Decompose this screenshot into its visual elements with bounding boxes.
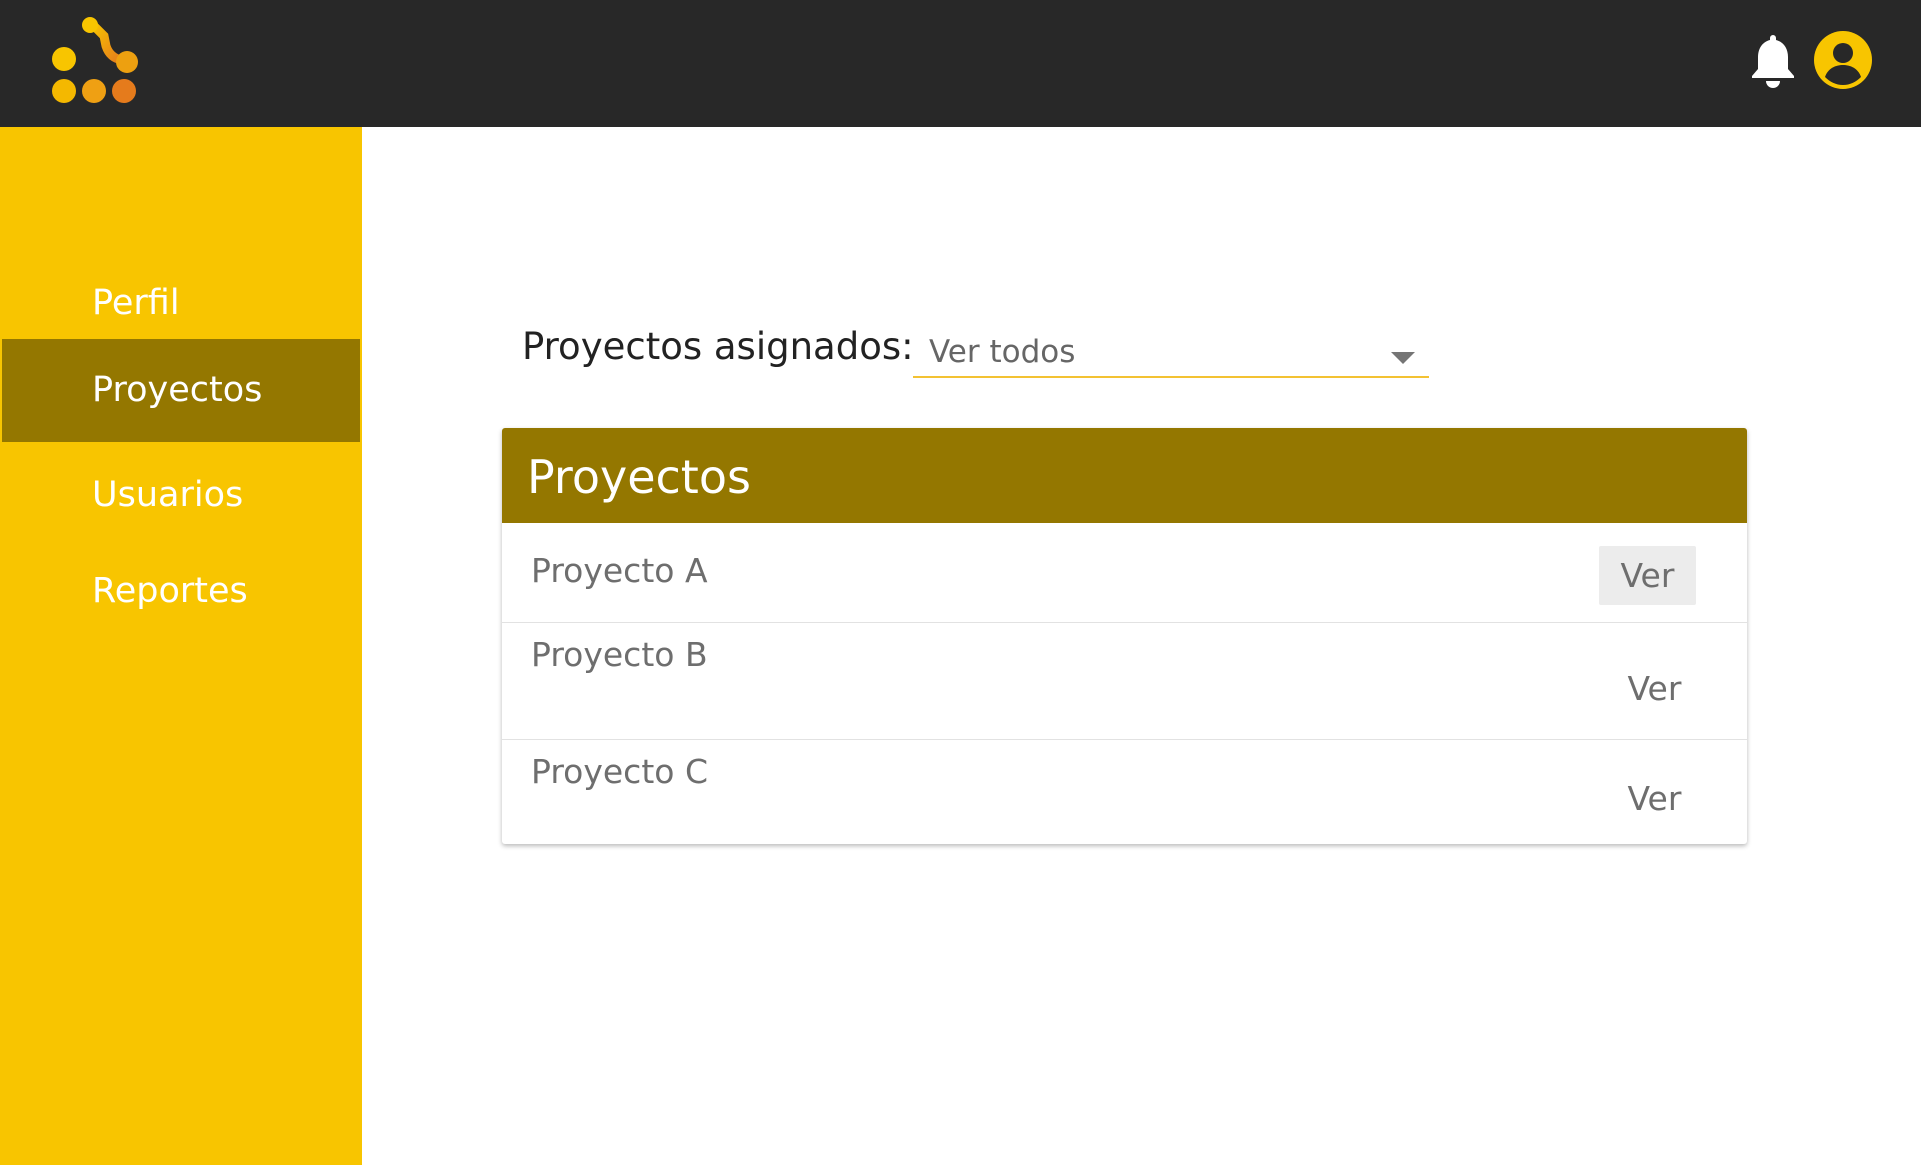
sidebar-item-reportes[interactable]: Reportes xyxy=(2,561,360,621)
view-project-button[interactable]: Ver xyxy=(1599,546,1696,605)
sidebar: Perfil Proyectos Usuarios Reportes xyxy=(0,127,362,1165)
sidebar-item-proyectos[interactable]: Proyectos xyxy=(2,339,360,442)
project-name: Proyecto B xyxy=(531,635,708,674)
sidebar-item-perfil[interactable]: Perfil xyxy=(2,275,360,331)
table-row: Proyecto A Ver xyxy=(502,523,1747,623)
project-name: Proyecto C xyxy=(531,752,708,791)
sidebar-item-label: Proyectos xyxy=(92,370,263,410)
caret-down-icon[interactable] xyxy=(1391,352,1415,364)
filter-label: Proyectos asignados: xyxy=(522,325,914,368)
card-header: Proyectos xyxy=(502,428,1747,523)
card-title: Proyectos xyxy=(527,450,751,504)
top-app-bar xyxy=(0,0,1921,127)
table-row: Proyecto C Ver xyxy=(502,740,1747,844)
sidebar-item-label: Reportes xyxy=(92,571,248,611)
project-filter-select[interactable]: Ver todos xyxy=(913,330,1429,378)
sidebar-item-usuarios[interactable]: Usuarios xyxy=(2,465,360,525)
view-project-button[interactable]: Ver xyxy=(1606,769,1703,828)
projects-card: Proyectos Proyecto A Ver Proyecto B Ver … xyxy=(502,428,1747,844)
select-value: Ver todos xyxy=(929,334,1076,370)
sidebar-item-label: Usuarios xyxy=(92,475,244,515)
bell-icon[interactable] xyxy=(1748,32,1798,88)
table-row: Proyecto B Ver xyxy=(502,623,1747,740)
app-logo-icon[interactable] xyxy=(48,16,144,108)
project-name: Proyecto A xyxy=(531,551,708,590)
view-project-button[interactable]: Ver xyxy=(1606,659,1703,718)
sidebar-item-label: Perfil xyxy=(92,283,180,323)
user-account-icon[interactable] xyxy=(1813,30,1873,90)
